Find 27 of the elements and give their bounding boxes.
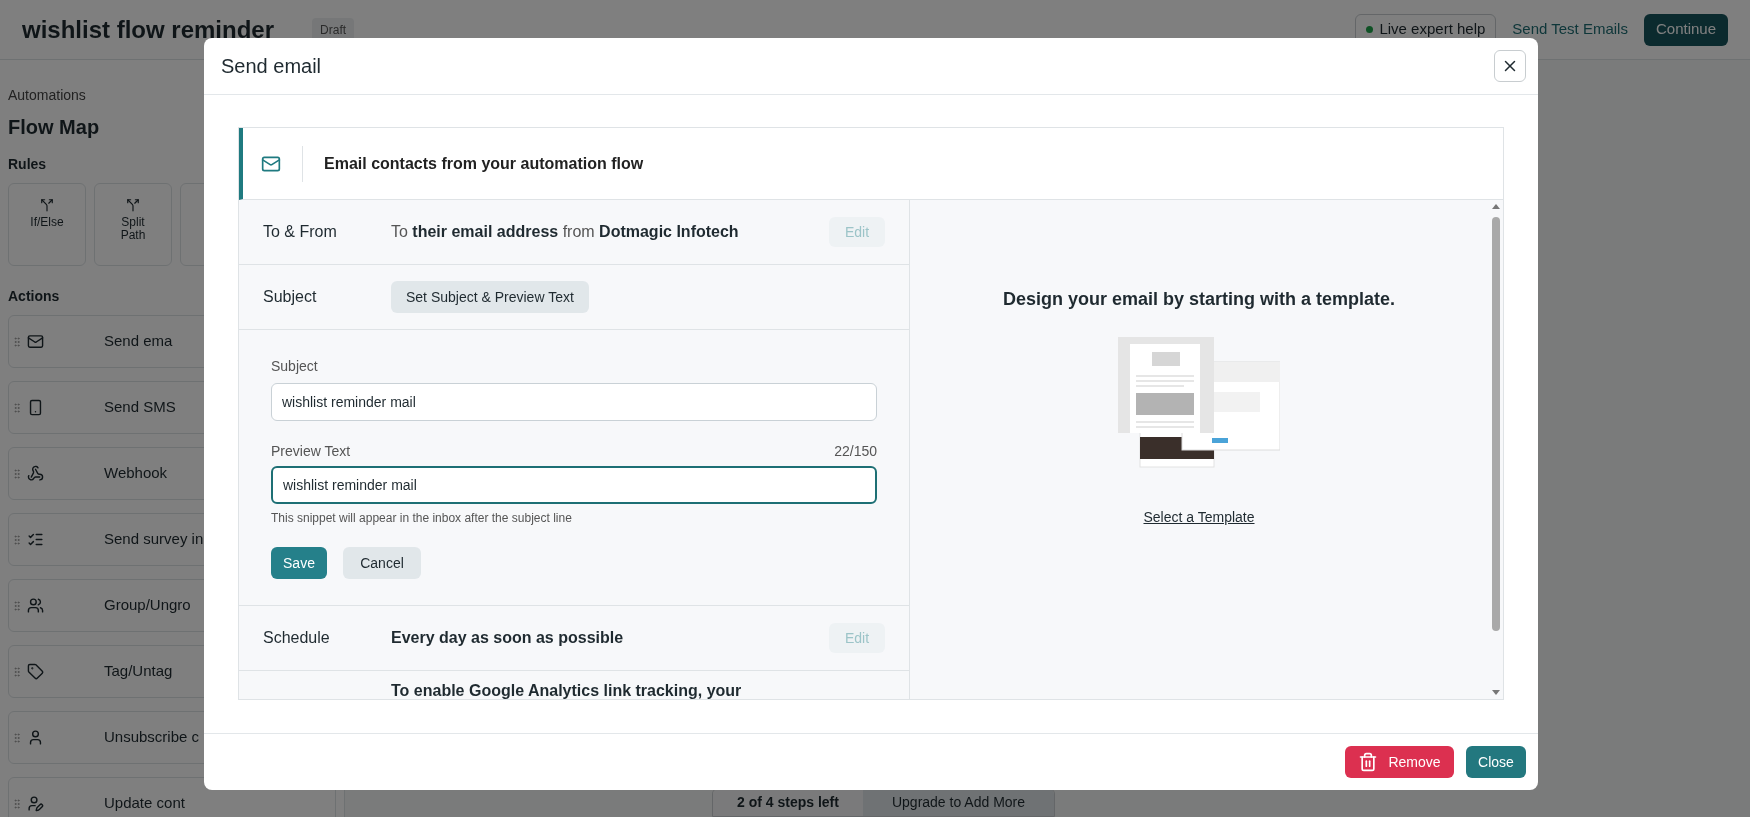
sidebar-title: Flow Map	[8, 115, 101, 140]
analytics-text: To enable Google Analytics link tracking, your	[391, 682, 742, 699]
template-heading: Design your email by starting with a template.	[1002, 288, 1396, 311]
dialog-title: Send email	[221, 54, 322, 79]
select-template-link[interactable]: Select a Template	[1143, 507, 1255, 528]
rule-card[interactable]: Split Path	[94, 183, 172, 266]
upgrade-button[interactable]: Upgrade to Add More	[863, 789, 1054, 816]
continue-button[interactable]: Continue	[1643, 13, 1728, 46]
preview-text-input[interactable]: wishlist reminder mail	[271, 466, 877, 504]
close-dialog-button[interactable]: Close	[1466, 746, 1526, 778]
row-label: To & From	[263, 222, 338, 242]
recipient-text: To their email address from Dotmagic Infotech	[391, 222, 740, 242]
cancel-button[interactable]: Cancel	[343, 547, 421, 579]
breadcrumb: Automations	[8, 86, 87, 105]
row-label: Subject	[263, 287, 318, 307]
actions-heading: Actions	[8, 287, 60, 306]
banner-text: Email contacts from your automation flow	[324, 153, 644, 174]
remove-button[interactable]: Remove	[1345, 746, 1454, 778]
send-test-emails-link[interactable]: Send Test Emails	[1512, 18, 1628, 41]
rule-card[interactable]: If/Else	[8, 183, 86, 266]
save-button[interactable]: Save	[271, 547, 327, 579]
flow-title: wishlist flow reminder	[22, 14, 275, 45]
subject-input[interactable]: wishlist reminder mail	[271, 383, 877, 421]
rules-heading: Rules	[8, 155, 47, 174]
schedule-text: Every day as soon as possible	[391, 628, 625, 648]
character-counter: 22/150	[834, 442, 877, 461]
set-subject-button[interactable]: Set Subject & Preview Text	[391, 281, 589, 313]
